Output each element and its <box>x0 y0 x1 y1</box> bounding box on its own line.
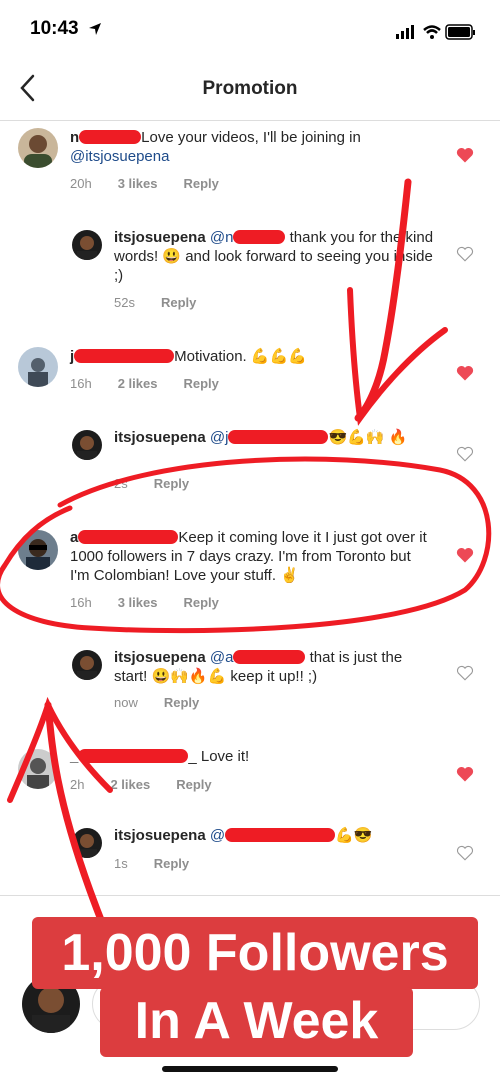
reply-button[interactable]: Reply <box>154 856 189 871</box>
avatar[interactable] <box>72 230 102 260</box>
comment-text: 😎💪🙌 🔥 <box>328 429 408 446</box>
reply-button[interactable]: Reply <box>176 777 211 792</box>
reply-button[interactable]: Reply <box>183 595 218 610</box>
comment-mention[interactable]: @ <box>210 827 225 844</box>
comment-meta: 16h 3 likes Reply <box>70 595 245 610</box>
likes-count[interactable]: 2 likes <box>110 777 150 792</box>
comment-item: _ _ Love it! 2h 2 likes Reply <box>0 747 500 807</box>
comment-meta: 2h 2 likes Reply <box>70 777 238 792</box>
home-indicator <box>162 1066 338 1072</box>
wifi-icon <box>423 25 441 39</box>
comment-meta: 20h 3 likes Reply <box>70 176 245 191</box>
comment-item: j Motivation. 💪💪💪 16h 2 likes Reply <box>0 345 500 405</box>
comment-meta: 1s Reply <box>114 856 215 871</box>
comment-mention[interactable]: @j <box>210 429 229 446</box>
comment-reply-item: itsjosuepena @ 💪😎 1s Reply <box>0 826 500 881</box>
nav-bar: Promotion <box>0 60 500 121</box>
comment-username[interactable]: a <box>70 529 78 546</box>
redaction-mark <box>233 230 286 244</box>
signal-icon <box>396 25 414 39</box>
reply-button[interactable]: Reply <box>183 376 218 391</box>
redaction-mark <box>233 650 306 664</box>
comment-item: a Keep it coming love it I just got over … <box>0 528 500 618</box>
heart-outline-icon[interactable] <box>456 844 474 862</box>
redaction-mark <box>78 749 189 763</box>
reply-button[interactable]: Reply <box>161 295 196 310</box>
comment-time: 16h <box>70 376 92 391</box>
comment-username[interactable]: n <box>70 129 79 146</box>
reply-button[interactable]: Reply <box>183 176 218 191</box>
status-icons <box>396 24 475 40</box>
avatar[interactable] <box>72 430 102 460</box>
comment-time: 52s <box>114 295 135 310</box>
avatar[interactable] <box>18 347 58 387</box>
redaction-mark <box>78 530 179 544</box>
comment-mention[interactable]: @n <box>210 229 234 246</box>
avatar[interactable] <box>72 828 102 858</box>
overlay-title-line2: In A Week <box>100 987 413 1057</box>
comment-mention[interactable]: @itsjosuepena <box>70 148 169 165</box>
redaction-mark <box>225 828 336 842</box>
comment-username[interactable]: itsjosuepena <box>114 229 206 246</box>
avatar[interactable] <box>72 650 102 680</box>
comment-text: Love your videos, I'll be joining in <box>141 129 361 146</box>
reply-button[interactable]: Reply <box>154 476 189 491</box>
comment-username[interactable]: _ <box>70 748 78 765</box>
heart-outline-icon[interactable] <box>456 664 474 682</box>
likes-count[interactable]: 3 likes <box>118 595 158 610</box>
comment-username[interactable]: itsjosuepena <box>114 429 206 446</box>
status-time: 10:43 <box>30 18 79 39</box>
location-arrow-icon <box>89 23 101 35</box>
heart-outline-icon[interactable] <box>456 445 474 463</box>
comment-mention[interactable]: @a <box>210 649 234 666</box>
heart-filled-icon[interactable] <box>456 146 474 164</box>
page-title: Promotion <box>202 78 298 99</box>
comment-text: Motivation. 💪💪💪 <box>174 348 307 365</box>
battery-icon <box>445 24 475 40</box>
comment-meta: now Reply <box>114 695 225 710</box>
comment-item: n Love your videos, I'll be joining in @i… <box>0 128 500 208</box>
overlay-title-line1: 1,000 Followers <box>32 917 478 989</box>
reply-button[interactable]: Reply <box>164 695 199 710</box>
comment-reply-item: itsjosuepena @j 😎💪🙌 🔥 2s Reply <box>0 428 500 498</box>
redaction-mark <box>228 430 329 444</box>
comment-text: 💪😎 <box>335 827 373 844</box>
avatar[interactable] <box>18 128 58 168</box>
status-bar: 10:43 <box>0 0 500 60</box>
redaction-mark <box>74 349 175 363</box>
comment-time: 20h <box>70 176 92 191</box>
comment-time: 16h <box>70 595 92 610</box>
heart-filled-icon[interactable] <box>456 546 474 564</box>
comment-time: 2s <box>114 476 128 491</box>
comment-username[interactable]: itsjosuepena <box>114 827 206 844</box>
avatar[interactable] <box>18 749 58 789</box>
heart-filled-icon[interactable] <box>456 364 474 382</box>
comment-meta: 16h 2 likes Reply <box>70 376 245 391</box>
comment-time: now <box>114 695 138 710</box>
comment-meta: 2s Reply <box>114 476 215 491</box>
comment-text: _ Love it! <box>188 748 250 765</box>
avatar[interactable] <box>18 530 58 570</box>
comment-time: 2h <box>70 777 85 792</box>
comment-reply-item: itsjosuepena @n thank you for the kind w… <box>0 228 500 318</box>
comment-time: 1s <box>114 856 128 871</box>
comment-meta: 52s Reply <box>114 295 222 310</box>
heart-filled-icon[interactable] <box>456 765 474 783</box>
likes-count[interactable]: 2 likes <box>118 376 158 391</box>
redaction-mark <box>79 130 142 144</box>
comment-username[interactable]: itsjosuepena <box>114 649 206 666</box>
likes-count[interactable]: 3 likes <box>118 176 158 191</box>
comment-reply-item: itsjosuepena @a that is just the start! … <box>0 648 500 718</box>
heart-outline-icon[interactable] <box>456 245 474 263</box>
